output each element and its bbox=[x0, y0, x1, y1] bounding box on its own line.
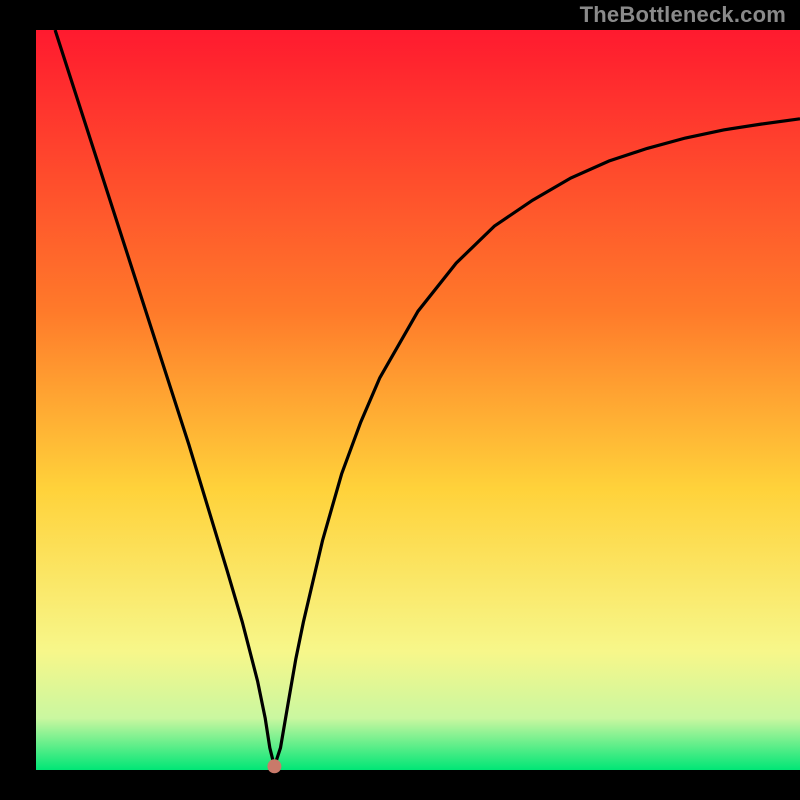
watermark-text: TheBottleneck.com bbox=[580, 2, 786, 28]
chart-frame: { "watermark": "TheBottleneck.com", "col… bbox=[0, 0, 800, 800]
gradient-background bbox=[36, 30, 800, 770]
chart-svg bbox=[0, 0, 800, 800]
optimal-point-marker bbox=[267, 759, 281, 773]
